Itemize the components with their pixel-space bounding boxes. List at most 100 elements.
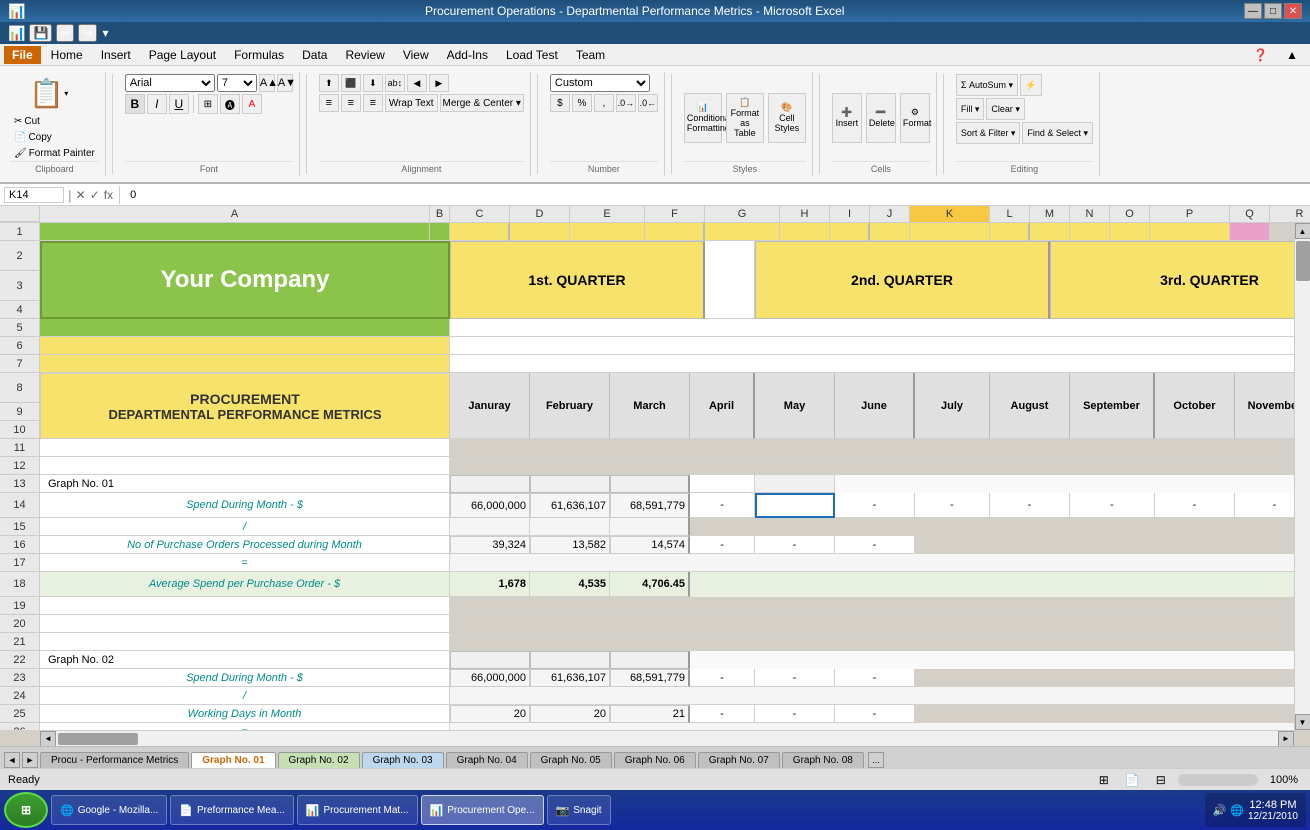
row-header-2[interactable]: 2	[0, 241, 39, 271]
cell-h16[interactable]: -	[835, 536, 915, 554]
cell-a18[interactable]: Average Spend per Purchase Order - $	[40, 572, 450, 597]
cell-e18-mar[interactable]: 4,706.45	[610, 572, 690, 597]
sort-filter-btn[interactable]: Sort & Filter ▾	[956, 122, 1021, 144]
cell-quarter2[interactable]: 2nd. QUARTER	[755, 241, 1050, 319]
italic-btn[interactable]: I	[147, 94, 167, 114]
cell-m1[interactable]	[1030, 223, 1070, 241]
cell-c13[interactable]	[450, 475, 530, 493]
row-header-13[interactable]: 13	[0, 475, 39, 493]
conditional-formatting-btn[interactable]: 📊ConditionalFormatting	[684, 93, 722, 143]
cell-m14-nov[interactable]: -	[1235, 493, 1294, 518]
row-header-17[interactable]: 17	[0, 554, 39, 572]
cell-a23[interactable]: Spend During Month - $	[40, 669, 450, 687]
indent-increase-btn[interactable]: ▶	[429, 74, 449, 92]
tab-graph08[interactable]: Graph No. 08	[782, 752, 864, 768]
wrap-text-btn[interactable]: Wrap Text	[385, 94, 438, 112]
cell-a19[interactable]	[40, 597, 450, 615]
fill-color-btn[interactable]: 🅐	[220, 94, 240, 114]
cell-j14-aug[interactable]: -	[990, 493, 1070, 518]
cell-d13[interactable]	[530, 475, 610, 493]
col-header-F[interactable]: F	[645, 206, 705, 222]
row-header-7[interactable]: 7	[0, 355, 39, 373]
taskbar-ie[interactable]: 🌐 Google - Mozilla...	[51, 795, 167, 825]
maximize-btn[interactable]: □	[1264, 3, 1282, 19]
cell-d1[interactable]	[510, 223, 570, 241]
col-header-I[interactable]: I	[830, 206, 870, 222]
paste-btn[interactable]: 📋 ▾	[24, 74, 84, 113]
horizontal-scrollbar[interactable]: ◄ ►	[40, 730, 1294, 746]
font-size-selector[interactable]: 7	[217, 74, 257, 92]
view-layout-btn[interactable]: 📄	[1121, 773, 1144, 787]
merge-center-btn[interactable]: Merge & Center ▾	[440, 94, 524, 112]
cell-e15[interactable]	[610, 518, 690, 536]
cell-a24[interactable]: /	[40, 687, 450, 705]
col-header-A[interactable]: A	[40, 206, 430, 222]
cell-g14-may[interactable]	[755, 493, 835, 518]
tab-nav-right[interactable]: ►	[22, 752, 38, 768]
decimal-decrease-btn[interactable]: .0←	[638, 94, 658, 112]
tab-graph03[interactable]: Graph No. 03	[362, 752, 444, 768]
font-increase-btn[interactable]: A▲	[259, 74, 275, 92]
close-btn[interactable]: ✕	[1284, 3, 1302, 19]
month-jun[interactable]: June	[835, 373, 915, 439]
align-mid-btn[interactable]: ⬛	[341, 74, 361, 92]
row-header-11[interactable]: 11	[0, 439, 39, 457]
row-header-15[interactable]: 15	[0, 518, 39, 536]
cell-c23-jan[interactable]: 66,000,000	[450, 669, 530, 687]
cell-a17[interactable]: =	[40, 554, 450, 572]
cell-a14-spend[interactable]: Spend During Month - $	[40, 493, 450, 518]
number-format-selector[interactable]: Custom	[550, 74, 650, 92]
row-header-6[interactable]: 6	[0, 337, 39, 355]
comma-btn[interactable]: ,	[594, 94, 614, 112]
cell-o1[interactable]	[1110, 223, 1150, 241]
col-header-B[interactable]: B	[430, 206, 450, 222]
cell-g1[interactable]	[705, 223, 780, 241]
flash-fill-btn[interactable]: ⚡	[1020, 74, 1042, 96]
cell-p1[interactable]	[1150, 223, 1230, 241]
menu-review[interactable]: Review	[337, 46, 392, 64]
formula-insert-btn[interactable]: fx	[104, 188, 113, 202]
border-btn[interactable]: ⊞	[198, 94, 218, 114]
row-header-12[interactable]: 12	[0, 457, 39, 475]
cell-d15[interactable]	[530, 518, 610, 536]
cell-h14-jun[interactable]: -	[835, 493, 915, 518]
cell-f14-apr[interactable]: -	[690, 493, 755, 518]
cell-e25-mar[interactable]: 21	[610, 705, 690, 723]
cell-c25-jan[interactable]: 20	[450, 705, 530, 723]
menu-addins[interactable]: Add-Ins	[439, 46, 496, 64]
cell-a15[interactable]: /	[40, 518, 450, 536]
cell-a22-graph02[interactable]: Graph No. 02	[40, 651, 450, 669]
cell-b1[interactable]	[430, 223, 450, 241]
cell-e22[interactable]	[610, 651, 690, 669]
cell-company-name[interactable]: Your Company	[40, 241, 450, 319]
menu-home[interactable]: Home	[43, 46, 91, 64]
row-header-26[interactable]: 26	[0, 723, 39, 730]
minimize-btn[interactable]: —	[1244, 3, 1262, 19]
zoom-slider[interactable]	[1178, 774, 1258, 786]
cell-reference-input[interactable]	[4, 187, 64, 203]
cell-d16-feb[interactable]: 13,582	[530, 536, 610, 554]
cell-title-block[interactable]: PROCUREMENT DEPARTMENTAL PERFORMANCE MET…	[40, 373, 450, 439]
formula-confirm-btn[interactable]: ✓	[90, 188, 100, 202]
cell-k14-sep[interactable]: -	[1070, 493, 1155, 518]
row-header-18[interactable]: 18	[0, 572, 39, 597]
cell-a1[interactable]	[40, 223, 430, 241]
menu-loadtest[interactable]: Load Test	[498, 46, 566, 64]
cell-f23[interactable]: -	[690, 669, 755, 687]
qa-dropdown-arrow[interactable]: ▾	[101, 26, 111, 40]
cell-d23-feb[interactable]: 61,636,107	[530, 669, 610, 687]
cell-g23[interactable]: -	[755, 669, 835, 687]
percent-btn[interactable]: %	[572, 94, 592, 112]
cell-h23[interactable]: -	[835, 669, 915, 687]
row-header-1[interactable]: 1	[0, 223, 39, 241]
col-header-K[interactable]: K	[910, 206, 990, 222]
cell-a12[interactable]	[40, 457, 450, 475]
row-header-19[interactable]: 19	[0, 597, 39, 615]
col-header-G[interactable]: G	[705, 206, 780, 222]
tab-nav-left[interactable]: ◄	[4, 752, 20, 768]
underline-btn[interactable]: U	[169, 94, 189, 114]
cell-e1[interactable]	[570, 223, 645, 241]
cell-a21[interactable]	[40, 633, 450, 651]
cell-f16[interactable]: -	[690, 536, 755, 554]
format-btn[interactable]: ⚙Format	[900, 93, 930, 143]
